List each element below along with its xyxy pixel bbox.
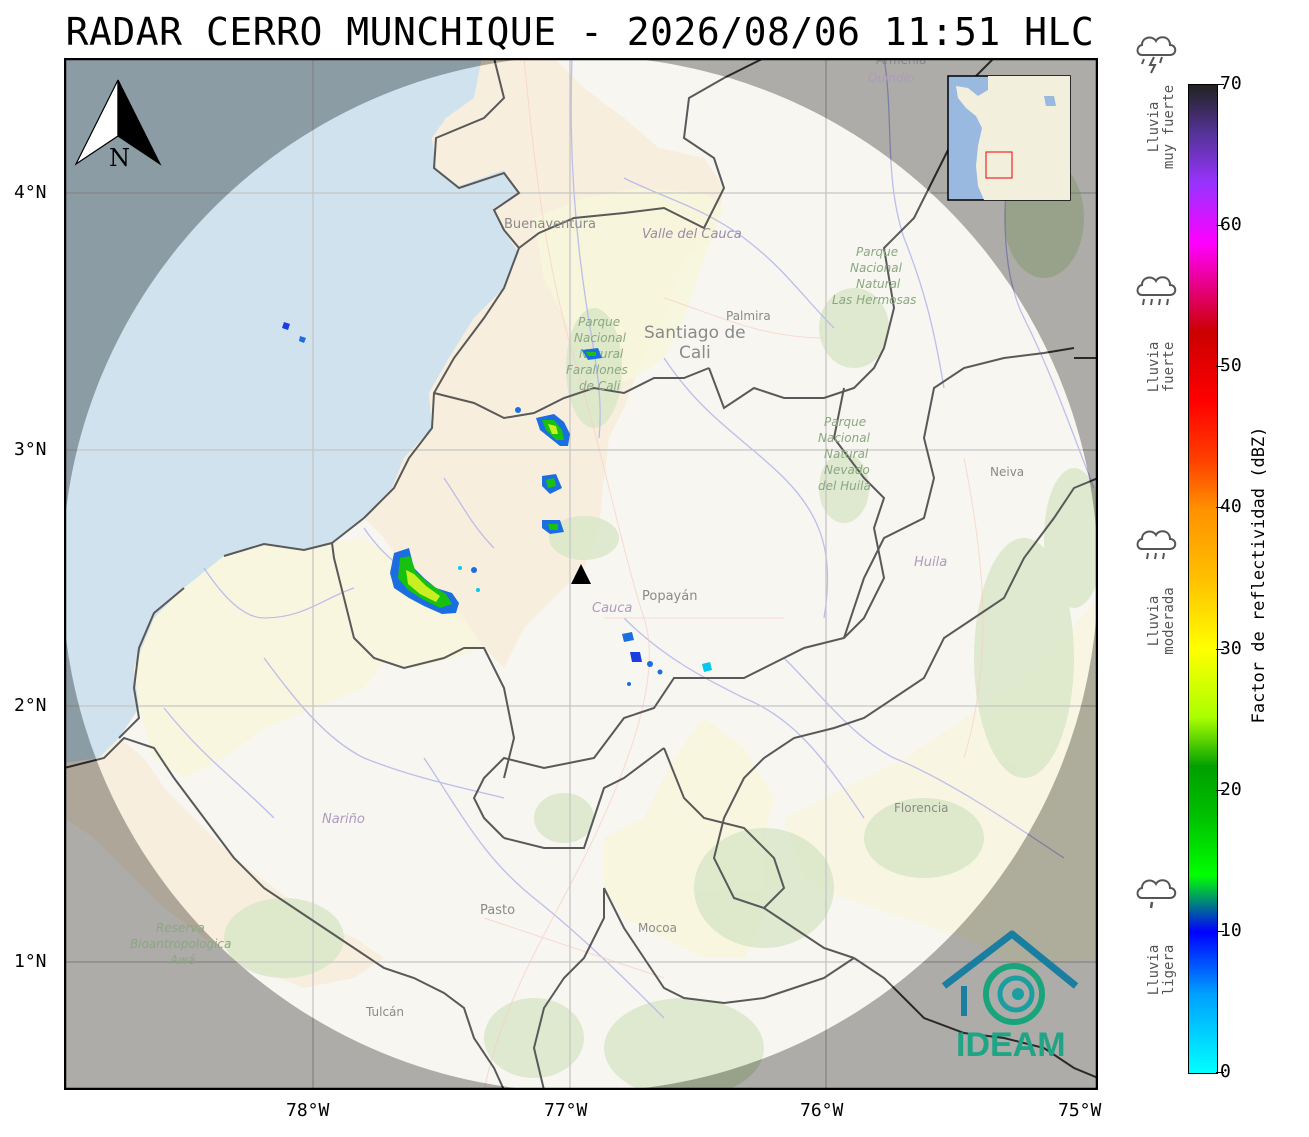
label-huila-park-2: Nacional (818, 431, 871, 445)
rain-category-line1: Lluvia (1146, 944, 1162, 996)
label-huila-park-1: Parque (824, 415, 866, 429)
colorbar-tick-label: 40 (1220, 496, 1242, 518)
label-hermosas-2: Nacional (850, 261, 903, 275)
label-awa-2: Bioantropologica (130, 937, 231, 951)
colorbar-tick-label: 20 (1220, 778, 1242, 800)
label-cali-2: Cali (679, 343, 711, 363)
storm-cloud-icon (1132, 27, 1180, 79)
label-hermosas-3: Natural (856, 277, 901, 291)
label-tulcan: Tulcán (365, 1005, 404, 1019)
rain-category-line2: moderada (1161, 587, 1177, 655)
label-awa-1: Reserva (156, 921, 205, 935)
label-valle-del-cauca: Valle del Cauca (642, 227, 742, 242)
colorbar-tick-label: 60 (1220, 214, 1242, 236)
x-tick-78w: 78°W (286, 1100, 330, 1121)
rain-category-line1: Lluvia (1146, 341, 1162, 393)
y-tick-2n: 2°N (14, 695, 47, 716)
x-tick-76w: 76°W (800, 1100, 844, 1121)
label-buenaventura: Buenaventura (504, 217, 596, 232)
y-tick-4n: 4°N (14, 182, 47, 203)
label-farallones-2: Nacional (574, 331, 627, 345)
map-title: RADAR CERRO MUNCHIQUE - 2026/08/06 11:51… (65, 10, 1095, 54)
rain-category-line2: muy fuerte (1161, 84, 1177, 170)
label-farallones-1: Parque (578, 315, 620, 329)
label-florencia: Florencia (894, 801, 949, 815)
label-awa-3: Awá (169, 953, 195, 967)
label-cauca: Cauca (592, 601, 632, 616)
colorbar-tick-label: 70 (1220, 73, 1242, 94)
label-huila: Huila (914, 555, 947, 570)
rain-category-label: Lluvia fuerte (1146, 341, 1177, 393)
colorbar-tick-label: 30 (1220, 637, 1242, 659)
label-farallones-5: de Cali (579, 379, 621, 393)
label-hermosas-4: Las Hermosas (832, 293, 916, 307)
label-pasto: Pasto (480, 903, 515, 918)
x-tick-77w: 77°W (544, 1100, 588, 1121)
label-narino: Nariño (322, 812, 365, 827)
rain-category-line2: fuerte (1161, 341, 1177, 393)
rain-category-label: Lluvia muy fuerte (1146, 84, 1177, 170)
rain-category-line2: ligera (1161, 944, 1177, 996)
label-cali-1: Santiago de (644, 323, 746, 343)
y-tick-1n: 1°N (14, 951, 47, 972)
label-neiva: Neiva (990, 465, 1024, 479)
label-huila-park-3: Natural (824, 447, 869, 461)
colorbar-tick-label: 10 (1220, 919, 1242, 941)
rain-category-label: Lluvia ligera (1146, 944, 1177, 996)
colorbar-title: Factor de reflectividad (dBZ) (1249, 426, 1269, 724)
label-quindio: Quindío (868, 71, 914, 85)
colorbar-tick-label: 50 (1220, 355, 1242, 377)
label-hermosas-1: Parque (856, 245, 898, 259)
inset-map (947, 75, 1071, 201)
rain-category-line1: Lluvia (1146, 595, 1162, 647)
rain-category-line1: Lluvia (1146, 101, 1162, 153)
label-farallones-4: Farallones (566, 363, 628, 377)
label-huila-park-5: del Huila (818, 479, 871, 493)
rain-category-label: Lluvia moderada (1146, 587, 1177, 655)
light-rain-cloud-icon (1132, 870, 1180, 922)
label-palmira: Palmira (726, 309, 771, 323)
north-arrow-letter: N (109, 144, 130, 172)
label-popayan: Popayán (642, 589, 697, 604)
ideam-logo-text: IDEAM (956, 1026, 1066, 1064)
y-tick-3n: 3°N (14, 439, 47, 460)
label-huila-park-4: Nevado (824, 463, 870, 477)
moderate-rain-cloud-icon (1132, 521, 1180, 573)
reflectivity-colorbar (1188, 84, 1218, 1074)
radar-map[interactable]: Buenaventura Valle del Cauca Palmira San… (64, 58, 1098, 1090)
colorbar-tick-label: 0 (1220, 1061, 1231, 1082)
x-tick-75w: 75°W (1058, 1100, 1102, 1121)
label-mocoa: Mocoa (638, 921, 677, 935)
heavy-rain-cloud-icon (1132, 267, 1180, 319)
